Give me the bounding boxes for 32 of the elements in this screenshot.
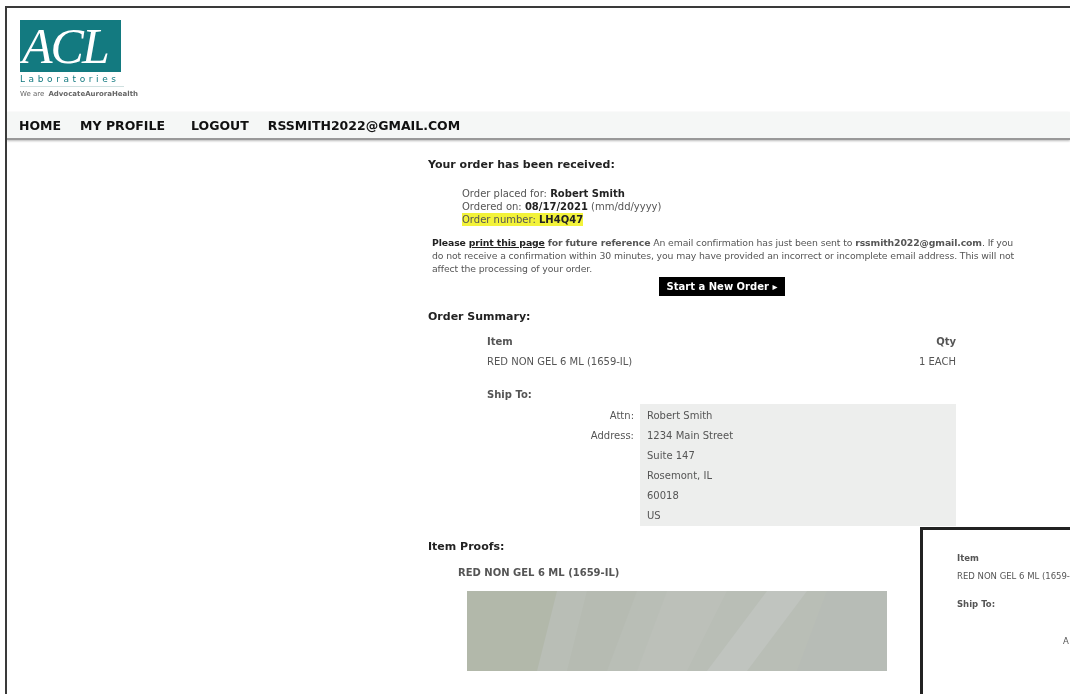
start-new-order-button[interactable]: Start a New Order ▸ xyxy=(658,277,786,296)
ship-to-heading: Ship To: xyxy=(487,389,533,400)
section-heading: Your order has been received: xyxy=(428,158,616,171)
order-detail: Order number: LH4Q47 xyxy=(462,213,584,226)
order-detail: Ordered on: 08/17/2021 (mm/dd/yyyy) xyxy=(462,200,662,213)
table-cell: 1 EACH xyxy=(918,355,956,367)
logo-wordmark: Laboratories xyxy=(20,74,124,87)
column-header: Item xyxy=(487,335,513,347)
address-line: Rosemont, IL xyxy=(647,469,712,483)
ship-to-heading: Ship To: xyxy=(957,599,996,609)
address-line: Suite 147 xyxy=(647,449,695,463)
field-label: Attn: xyxy=(609,409,634,423)
column-header: Item xyxy=(957,553,979,563)
nav-link[interactable]: RSSMITH2022@GMAIL.COM xyxy=(267,117,461,133)
section-heading: Item Proofs: xyxy=(428,540,506,553)
section-heading: Order Summary: xyxy=(428,310,532,323)
address-line: 60018 xyxy=(647,489,679,503)
address-line: 1234 Main Street xyxy=(647,429,734,443)
table-cell: RED NON GEL 6 ML (1659- xyxy=(957,571,1070,581)
confirmation-message: Please print this page for future reference An email confirmation has just been sent to rssmith2022@gmail.com. If you do not receive a confirmation within 30 minutes, you may have provided an incorrect or incomplete email address. This will not affect the processing of your order. xyxy=(432,236,1016,275)
column-header: Qty xyxy=(936,335,956,347)
nav-link[interactable]: LOGOUT xyxy=(191,117,249,133)
table-cell: RED NON GEL 6 ML (1659-IL) xyxy=(487,355,633,367)
order-detail: Order placed for: Robert Smith xyxy=(462,187,625,200)
field-label: A xyxy=(1063,636,1069,646)
field-label: Address: xyxy=(590,429,634,443)
nav-link[interactable]: HOME xyxy=(19,117,62,133)
proof-item-name: RED NON GEL 6 ML (1659-IL) xyxy=(458,567,620,578)
nav-link[interactable]: MY PROFILE xyxy=(80,117,166,133)
print-link[interactable]: print this page xyxy=(468,237,545,248)
address-line: US xyxy=(647,509,661,523)
address-line: Robert Smith xyxy=(647,409,713,423)
